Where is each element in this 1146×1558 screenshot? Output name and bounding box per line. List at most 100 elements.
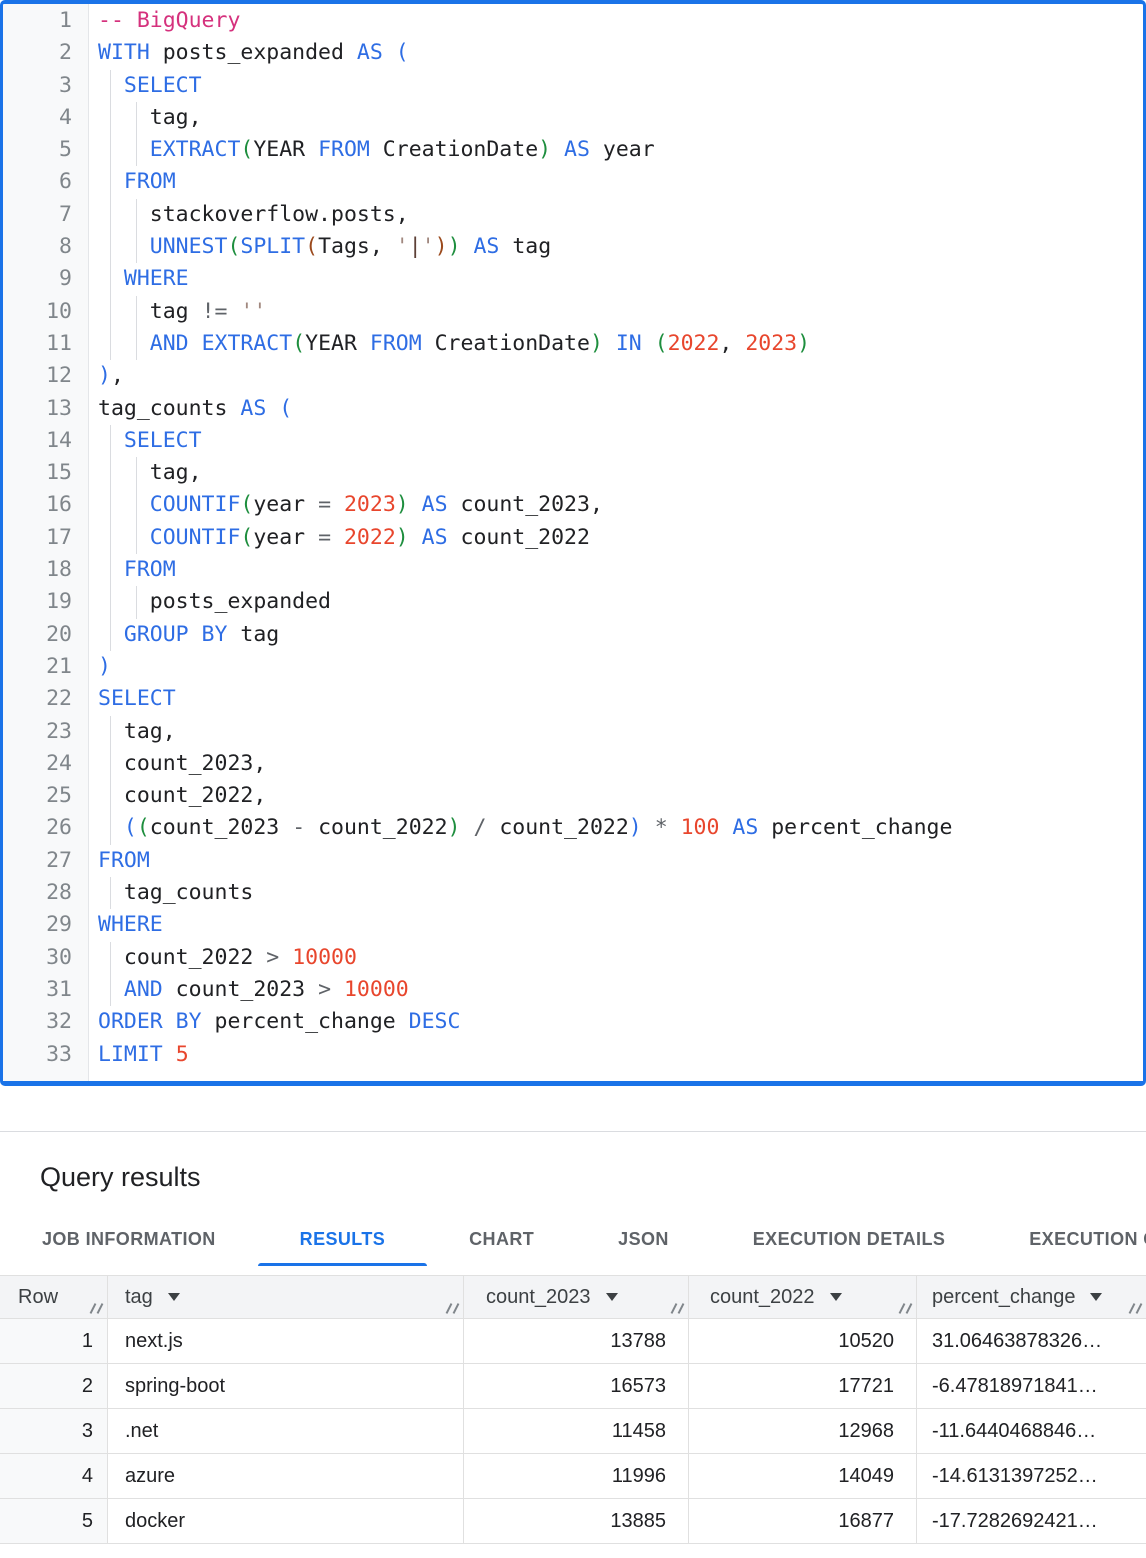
- column-header-tag[interactable]: tag: [108, 1276, 464, 1318]
- line-number: 11: [3, 328, 72, 360]
- indent-guide-line: [136, 102, 137, 134]
- code-line[interactable]: 28 tag_counts: [3, 877, 1143, 909]
- code-text: stackoverflow.posts,: [98, 202, 409, 227]
- tab-execution-details[interactable]: EXECUTION DETAILS: [711, 1213, 987, 1266]
- code-text: tag,: [98, 460, 202, 485]
- code-text: GROUP BY tag: [98, 622, 279, 647]
- column-resize-grip-icon[interactable]: [89, 1303, 102, 1315]
- indent-guide-line: [110, 70, 111, 102]
- code-line[interactable]: 17 COUNTIF(year = 2022) AS count_2022: [3, 522, 1143, 554]
- indent-guide-line: [110, 457, 111, 489]
- code-text: -- BigQuery: [98, 8, 240, 33]
- column-header-count_2023[interactable]: count_2023: [464, 1276, 689, 1318]
- cell-count_2022: 12968: [689, 1409, 917, 1453]
- sql-editor[interactable]: 1 -- BigQuery 2WITH posts_expanded AS (3 S…: [0, 0, 1146, 1086]
- column-header-count_2022[interactable]: count_2022: [689, 1276, 917, 1318]
- cell-count_2023: 16573: [464, 1364, 689, 1408]
- column-dropdown-icon[interactable]: [830, 1293, 842, 1301]
- column-dropdown-icon[interactable]: [606, 1293, 618, 1301]
- code-text: SELECT: [98, 73, 202, 98]
- cell-row: 4: [0, 1454, 108, 1498]
- code-line[interactable]: 14 SELECT: [3, 425, 1143, 457]
- indent-guide-line: [110, 812, 111, 844]
- indent-guide-line: [110, 199, 111, 231]
- tab-results[interactable]: RESULTS: [258, 1213, 427, 1266]
- code-line[interactable]: 18 FROM: [3, 554, 1143, 586]
- code-line[interactable]: 20 GROUP BY tag: [3, 619, 1143, 651]
- cell-percent_change: -17.7282692421…: [917, 1499, 1146, 1543]
- code-line[interactable]: 7 stackoverflow.posts,: [3, 199, 1143, 231]
- code-line[interactable]: 29WHERE: [3, 909, 1143, 941]
- tab-json[interactable]: JSON: [576, 1213, 711, 1266]
- code-line[interactable]: 15 tag,: [3, 457, 1143, 489]
- line-number: 23: [3, 716, 72, 748]
- code-text: AND count_2023 > 10000: [98, 977, 409, 1002]
- code-line[interactable]: 1 -- BigQuery: [3, 5, 1143, 37]
- code-line[interactable]: 31 AND count_2023 > 10000: [3, 974, 1143, 1006]
- code-line[interactable]: 5 EXTRACT(YEAR FROM CreationDate) AS yea…: [3, 134, 1143, 166]
- indent-guide-line: [136, 586, 137, 618]
- code-line[interactable]: 4 tag,: [3, 102, 1143, 134]
- code-line[interactable]: 27FROM: [3, 845, 1143, 877]
- line-number: 10: [3, 296, 72, 328]
- cell-count_2022: 10520: [689, 1319, 917, 1363]
- code-line[interactable]: 23 tag,: [3, 716, 1143, 748]
- column-header-percent_change[interactable]: percent_change: [917, 1276, 1146, 1318]
- code-line[interactable]: 2WITH posts_expanded AS (: [3, 37, 1143, 69]
- code-area[interactable]: 1 -- BigQuery 2WITH posts_expanded AS (3 S…: [3, 4, 1143, 1071]
- line-number: 27: [3, 845, 72, 877]
- code-line[interactable]: 32ORDER BY percent_change DESC: [3, 1006, 1143, 1038]
- code-line[interactable]: 24 count_2023,: [3, 748, 1143, 780]
- code-line[interactable]: 22SELECT: [3, 683, 1143, 715]
- column-label: count_2022: [710, 1286, 815, 1309]
- code-line[interactable]: 19 posts_expanded: [3, 586, 1143, 618]
- code-line[interactable]: 6 FROM: [3, 166, 1143, 198]
- line-number: 5: [3, 134, 72, 166]
- tab-job-information[interactable]: JOB INFORMATION: [0, 1213, 258, 1266]
- line-number: 9: [3, 263, 72, 295]
- line-number: 30: [3, 942, 72, 974]
- column-label: Row: [18, 1286, 58, 1309]
- cell-percent_change: -14.6131397252…: [917, 1454, 1146, 1498]
- indent-guide-line: [110, 489, 111, 521]
- code-line[interactable]: 8 UNNEST(SPLIT(Tags, '|')) AS tag: [3, 231, 1143, 263]
- column-header-row[interactable]: Row: [0, 1276, 108, 1318]
- column-resize-grip-icon[interactable]: [1128, 1303, 1141, 1315]
- cell-tag: next.js: [108, 1319, 464, 1363]
- line-number: 3: [3, 70, 72, 102]
- column-resize-grip-icon[interactable]: [670, 1303, 683, 1315]
- tab-chart[interactable]: CHART: [427, 1213, 576, 1266]
- indent-guide-line: [110, 263, 111, 295]
- column-dropdown-icon[interactable]: [168, 1293, 180, 1301]
- code-line[interactable]: 13tag_counts AS (: [3, 393, 1143, 425]
- code-line[interactable]: 10 tag != '': [3, 296, 1143, 328]
- line-number: 4: [3, 102, 72, 134]
- indent-guide-line: [136, 489, 137, 521]
- column-dropdown-icon[interactable]: [1090, 1293, 1102, 1301]
- code-line[interactable]: 9 WHERE: [3, 263, 1143, 295]
- code-line[interactable]: 33LIMIT 5: [3, 1039, 1143, 1071]
- code-text: WITH posts_expanded AS (: [98, 40, 409, 65]
- line-number: 18: [3, 554, 72, 586]
- cell-percent_change: -6.47818971841…: [917, 1364, 1146, 1408]
- table-row: 2spring-boot1657317721-6.47818971841…: [0, 1364, 1146, 1409]
- column-resize-grip-icon[interactable]: [898, 1303, 911, 1315]
- code-text: COUNTIF(year = 2022) AS count_2022: [98, 525, 590, 550]
- column-resize-grip-icon[interactable]: [445, 1303, 458, 1315]
- tab-execution-graph[interactable]: EXECUTION GRAPH: [987, 1213, 1146, 1266]
- code-line[interactable]: 26 ((count_2023 - count_2022) / count_20…: [3, 812, 1143, 844]
- code-line[interactable]: 25 count_2022,: [3, 780, 1143, 812]
- cell-count_2022: 17721: [689, 1364, 917, 1408]
- line-number: 1: [3, 5, 72, 37]
- table-row: 1next.js137881052031.06463878326…: [0, 1319, 1146, 1364]
- code-line[interactable]: 21): [3, 651, 1143, 683]
- code-line[interactable]: 30 count_2022 > 10000: [3, 942, 1143, 974]
- cell-tag: .net: [108, 1409, 464, 1453]
- indent-guide-line: [110, 522, 111, 554]
- code-text: count_2022,: [98, 783, 266, 808]
- code-line[interactable]: 3 SELECT: [3, 70, 1143, 102]
- code-line[interactable]: 16 COUNTIF(year = 2023) AS count_2023,: [3, 489, 1143, 521]
- table-header-row: Row tagcount_2023 count_2022 percent_change: [0, 1275, 1146, 1319]
- code-line[interactable]: 12),: [3, 360, 1143, 392]
- code-line[interactable]: 11 AND EXTRACT(YEAR FROM CreationDate) I…: [3, 328, 1143, 360]
